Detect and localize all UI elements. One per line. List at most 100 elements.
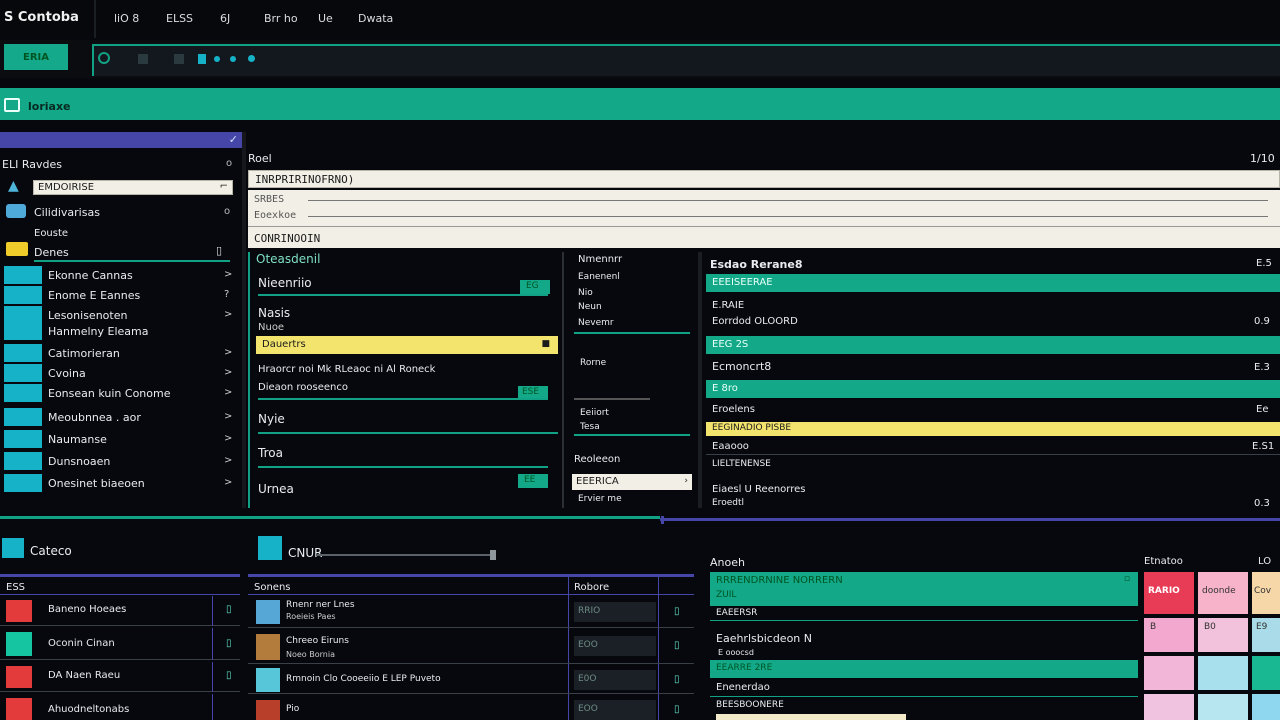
- row-divider: [710, 696, 1138, 697]
- main-top-input2-value: CONRINOOIN: [254, 232, 321, 245]
- table-header-line: [0, 594, 240, 595]
- right-list-row[interactable]: LIELTENENSE: [706, 456, 1280, 474]
- right-list-row[interactable]: Eroelens Ee: [706, 400, 1280, 420]
- table-row[interactable]: Rnenr ner Lnes Roeieis Paes RRIO ▯: [248, 596, 694, 628]
- sidebar-item[interactable]: Catimorieran >: [4, 344, 240, 362]
- mid-panel-scrollbar[interactable]: [698, 252, 702, 508]
- form-row-sub: Nuoe: [258, 322, 285, 333]
- sidebar-item[interactable]: Naumanse >: [4, 430, 240, 448]
- right-list-row[interactable]: EEEISEERAE: [706, 274, 1280, 292]
- menu-item[interactable]: Dwata: [358, 12, 393, 25]
- sidebar-search-input[interactable]: EMDOIRISE ⌐: [33, 180, 233, 195]
- sidebar-item[interactable]: Cvoina >: [4, 364, 240, 382]
- right-list-row[interactable]: Ecmoncrt8 E.3: [706, 356, 1280, 378]
- bottom-right-block[interactable]: RRRENDRNINE NORRERN ZUIL ▫: [710, 572, 1138, 606]
- drop-icon: ▲: [8, 178, 19, 194]
- slider-track[interactable]: [316, 554, 494, 556]
- mid-panel-item[interactable]: Nevemr: [578, 318, 614, 328]
- right-list-row[interactable]: Eiaesl U Reenorres Eroedtl 0.3: [706, 482, 1280, 512]
- right-list-row[interactable]: EEGINADIO PISBE: [706, 422, 1280, 436]
- swatch-cell[interactable]: Cov: [1252, 572, 1280, 614]
- table-row[interactable]: Ahuodneltonabs: [0, 694, 240, 720]
- menu-item[interactable]: 6J: [220, 12, 230, 25]
- main-top-counter: 1/10: [1250, 152, 1275, 165]
- toggle-icon: ▯: [226, 604, 232, 615]
- sidebar-item[interactable]: Enome E Eannes ?: [4, 286, 240, 304]
- search-icon: ⌐: [219, 181, 228, 192]
- tab-icon[interactable]: [138, 54, 148, 64]
- tab-icon[interactable]: [248, 55, 255, 62]
- sidebar-scrollbar[interactable]: [242, 132, 246, 508]
- swatch-cell[interactable]: [1252, 656, 1280, 690]
- swatch-cell[interactable]: [1198, 656, 1248, 690]
- menu-item[interactable]: Brr ho: [264, 12, 298, 25]
- tab-active[interactable]: ERIA: [4, 44, 68, 70]
- bottom-mid-panel: CNUR Sonens Robore Rnenr ner Lnes Roeiei…: [248, 532, 694, 720]
- sidebar-item[interactable]: Hanmelny Eleama: [4, 322, 240, 340]
- menu-item[interactable]: Ue: [318, 12, 333, 25]
- menu-item[interactable]: ELSS: [166, 12, 193, 25]
- swatch-cell[interactable]: E9: [1252, 618, 1280, 652]
- sidebar-group1-label[interactable]: Cilidivarisas: [34, 206, 100, 219]
- section-divider: [660, 518, 1280, 521]
- right-list-row[interactable]: EEG 2S: [706, 336, 1280, 354]
- table-row[interactable]: Rmnoin Clo Cooeeiio E LEP Puveto E0O ▯: [248, 666, 694, 694]
- swatch-cell[interactable]: B0: [1198, 618, 1248, 652]
- sidebar-item[interactable]: Dunsnoaen >: [4, 452, 240, 470]
- slider-thumb[interactable]: [490, 550, 496, 560]
- right-list-row-value: E.3: [1254, 362, 1270, 373]
- table-row[interactable]: Oconin Cinan ▯: [0, 628, 240, 660]
- chevron-right-icon: ›: [684, 476, 688, 486]
- thumbnail: [256, 668, 280, 692]
- right-list-row-label: Eaaooo: [712, 441, 749, 452]
- bottom-right-line: BEESBOONERE: [716, 700, 784, 710]
- divider: [308, 216, 1268, 217]
- sidebar-item-label: Hanmelny Eleama: [48, 325, 149, 338]
- main-top-text-area[interactable]: SRBES Eoexkoe CONRINOOIN: [248, 190, 1280, 248]
- main-top-input[interactable]: INRPRIRINOFRNO): [248, 170, 1280, 188]
- tab-icon[interactable]: [214, 56, 220, 62]
- form-row-highlight[interactable]: Dauertrs ■: [256, 336, 558, 354]
- sidebar-item[interactable]: Onesinet biaeoen >: [4, 474, 240, 492]
- table-row[interactable]: Pio EOO ▯: [248, 696, 694, 720]
- tab-icon[interactable]: [174, 54, 184, 64]
- form-row-tag[interactable]: EE: [518, 474, 548, 488]
- swatch-cell[interactable]: B: [1144, 618, 1194, 652]
- bottom-right-teal-bar[interactable]: EEARRE 2RE: [710, 660, 1138, 678]
- sidebar-item-label: Enome E Eannes: [48, 289, 141, 302]
- sidebar: ✓ ELI Ravdes o ▲ EMDOIRISE ⌐ Cilidivaris…: [0, 132, 242, 508]
- tab-strip: [92, 44, 1280, 76]
- menu-item[interactable]: liO 8: [114, 12, 139, 25]
- form-row-tag[interactable]: EG: [520, 280, 550, 294]
- close-icon[interactable]: ▫: [1124, 574, 1130, 584]
- swatch-cell[interactable]: [1198, 694, 1248, 720]
- swatch-cell[interactable]: [1144, 656, 1194, 690]
- swatch-cell[interactable]: doonde: [1198, 572, 1248, 614]
- mid-panel-item[interactable]: Eanenenl: [578, 272, 620, 282]
- tab-icon[interactable]: [198, 54, 206, 64]
- sidebar-item-count: >: [224, 347, 233, 358]
- right-list-row[interactable]: E 8ro: [706, 380, 1280, 398]
- sidebar-group2-sub[interactable]: Denes: [34, 246, 69, 259]
- sidebar-item[interactable]: Meoubnnea . aor >: [4, 408, 240, 426]
- table-row[interactable]: DA Naen Raeu ▯: [0, 662, 240, 692]
- sidebar-item[interactable]: Ekonne Cannas >: [4, 266, 240, 284]
- right-list: Esdao Rerane8 E.5 EEEISEERAE E.RAIE Eorr…: [706, 252, 1280, 514]
- bottom-right-teal-label: EEARRE 2RE: [716, 663, 773, 673]
- mid-panel-select[interactable]: EEERICA ›: [572, 474, 692, 490]
- right-list-row-label: LIELTENENSE: [712, 459, 771, 469]
- swatch-cell[interactable]: [1252, 694, 1280, 720]
- mid-panel-item[interactable]: Nio: [578, 288, 593, 298]
- swatch-cell[interactable]: RARIO: [1144, 572, 1194, 614]
- swatch-cell[interactable]: [1144, 694, 1194, 720]
- tab-icon[interactable]: [230, 56, 236, 62]
- table-row[interactable]: Baneno Hoeaes ▯: [0, 596, 240, 626]
- mid-panel-item[interactable]: Neun: [578, 302, 602, 312]
- thumbnail: [256, 634, 280, 660]
- table-row[interactable]: Chreeo Eiruns Noeo Bornia EOO ▯: [248, 630, 694, 664]
- right-list-row-label: EEGINADIO PISBE: [712, 423, 792, 433]
- tab-icon[interactable]: [98, 52, 110, 64]
- right-list-row[interactable]: E.RAIE Eorrdod OLOORD 0.9: [706, 298, 1280, 332]
- sidebar-item[interactable]: Eonsean kuin Conome >: [4, 384, 240, 402]
- toggle-icon: ▯: [674, 674, 680, 685]
